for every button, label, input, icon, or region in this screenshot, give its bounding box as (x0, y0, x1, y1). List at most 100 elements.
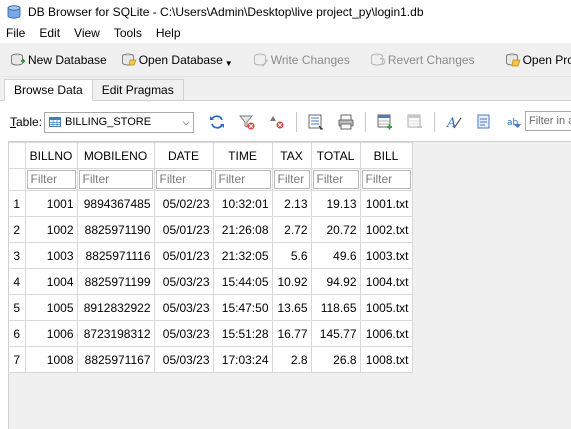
cell-billno[interactable]: 1004 (24, 268, 78, 295)
filter-input-time[interactable]: Filter (214, 170, 271, 189)
column-header-date[interactable]: DATE (153, 142, 214, 169)
cell-tax[interactable]: 5.6 (271, 242, 312, 269)
menu-help[interactable]: Help (149, 24, 188, 43)
table-row[interactable]: 1 1001 9894367485 05/02/23 10:32:01 2.13… (9, 190, 413, 217)
cell-date[interactable]: 05/03/23 (153, 294, 214, 321)
cell-tax[interactable]: 2.72 (271, 216, 312, 243)
revert-changes-button[interactable]: Revert Changes (366, 48, 479, 72)
filter-input-mobileno[interactable]: Filter (78, 170, 153, 189)
tab-browse-data[interactable]: Browse Data (4, 79, 93, 101)
cell-mobileno[interactable]: 8825971167 (76, 346, 155, 373)
cell-bill[interactable]: 1008.txt (359, 346, 413, 373)
cell-mobileno[interactable]: 8825971116 (76, 242, 155, 269)
open-database-dropdown-icon[interactable]: ▼ (225, 59, 233, 68)
cell-mobileno[interactable]: 8825971190 (76, 216, 155, 243)
cell-time[interactable]: 21:26:08 (212, 216, 273, 243)
cell-total[interactable]: 19.13 (310, 190, 361, 217)
cell-mobileno[interactable]: 9894367485 (76, 190, 155, 217)
cell-billno[interactable]: 1006 (24, 320, 78, 347)
column-header-time[interactable]: TIME (212, 142, 273, 169)
table-row[interactable]: 4 1004 8825971199 05/03/23 15:44:05 10.9… (9, 268, 413, 295)
print-icon[interactable] (335, 111, 357, 133)
menu-file[interactable]: File (0, 24, 32, 43)
column-header-total[interactable]: TOTAL (310, 142, 361, 169)
set-encoding-icon[interactable] (473, 111, 495, 133)
open-project-button[interactable]: Open Project (501, 48, 571, 72)
cell-mobileno[interactable]: 8825971199 (76, 268, 155, 295)
clear-filters-icon[interactable] (236, 111, 258, 133)
column-header-bill[interactable]: BILL (359, 142, 413, 169)
cell-date[interactable]: 05/03/23 (153, 268, 214, 295)
refresh-icon[interactable] (206, 111, 228, 133)
filter-input-total[interactable]: Filter (312, 170, 359, 189)
cell-date[interactable]: 05/02/23 (153, 190, 214, 217)
font-format-icon[interactable]: A (443, 111, 465, 133)
cell-time[interactable]: 15:47:50 (212, 294, 273, 321)
cell-billno[interactable]: 1001 (24, 190, 78, 217)
table-row[interactable]: 7 1008 8825971167 05/03/23 17:03:24 2.8 … (9, 346, 413, 373)
table-row[interactable]: 5 1005 8912832922 05/03/23 15:47:50 13.6… (9, 294, 413, 321)
save-table-icon[interactable] (305, 111, 327, 133)
cell-date[interactable]: 05/01/23 (153, 216, 214, 243)
open-database-button[interactable]: Open Database ▼ (117, 48, 237, 72)
menu-edit[interactable]: Edit (32, 24, 67, 43)
cell-tax[interactable]: 2.13 (271, 190, 312, 217)
column-header-mobileno[interactable]: MOBILENO (76, 142, 155, 169)
cell-total[interactable]: 118.65 (310, 294, 361, 321)
cell-bill[interactable]: 1006.txt (359, 320, 413, 347)
cell-date[interactable]: 05/01/23 (153, 242, 214, 269)
column-header-tax[interactable]: TAX (271, 142, 312, 169)
cell-time[interactable]: 21:32:05 (212, 242, 273, 269)
text-filter-icon[interactable]: ab (503, 111, 525, 133)
cell-total[interactable]: 94.92 (310, 268, 361, 295)
table-row[interactable]: 2 1002 8825971190 05/01/23 21:26:08 2.72… (9, 216, 413, 243)
cell-date[interactable]: 05/03/23 (153, 320, 214, 347)
corner-cell[interactable] (9, 142, 26, 169)
cell-time[interactable]: 17:03:24 (212, 346, 273, 373)
cell-tax[interactable]: 2.8 (271, 346, 312, 373)
global-filter-input[interactable]: Filter in a (525, 111, 571, 131)
table-row[interactable]: 6 1006 8723198312 05/03/23 15:51:28 16.7… (9, 320, 413, 347)
row-number[interactable]: 4 (9, 268, 26, 295)
filter-input-date[interactable]: Filter (155, 170, 212, 189)
clear-sorting-icon[interactable] (266, 111, 288, 133)
cell-mobileno[interactable]: 8723198312 (76, 320, 155, 347)
insert-record-icon[interactable] (374, 111, 396, 133)
new-database-button[interactable]: New Database (6, 48, 111, 72)
cell-tax[interactable]: 16.77 (271, 320, 312, 347)
row-number[interactable]: 2 (9, 216, 26, 243)
cell-bill[interactable]: 1004.txt (359, 268, 413, 295)
cell-bill[interactable]: 1001.txt (359, 190, 413, 217)
row-number[interactable]: 5 (9, 294, 26, 321)
cell-bill[interactable]: 1002.txt (359, 216, 413, 243)
cell-date[interactable]: 05/03/23 (153, 346, 214, 373)
cell-total[interactable]: 145.77 (310, 320, 361, 347)
cell-billno[interactable]: 1002 (24, 216, 78, 243)
row-number[interactable]: 1 (9, 190, 26, 217)
menu-tools[interactable]: Tools (107, 24, 149, 43)
cell-bill[interactable]: 1005.txt (359, 294, 413, 321)
row-number[interactable]: 3 (9, 242, 26, 269)
row-number[interactable]: 6 (9, 320, 26, 347)
filter-input-tax[interactable]: Filter (273, 170, 310, 189)
delete-record-icon[interactable] (404, 111, 426, 133)
tab-edit-pragmas[interactable]: Edit Pragmas (91, 79, 184, 100)
filter-input-bill[interactable]: Filter (361, 170, 411, 189)
cell-time[interactable]: 15:51:28 (212, 320, 273, 347)
cell-total[interactable]: 49.6 (310, 242, 361, 269)
filter-input-billno[interactable]: Filter (26, 170, 76, 189)
cell-tax[interactable]: 13.65 (271, 294, 312, 321)
cell-billno[interactable]: 1005 (24, 294, 78, 321)
menu-view[interactable]: View (67, 24, 107, 43)
cell-tax[interactable]: 10.92 (271, 268, 312, 295)
cell-total[interactable]: 26.8 (310, 346, 361, 373)
column-header-billno[interactable]: BILLNO (24, 142, 78, 169)
cell-time[interactable]: 10:32:01 (212, 190, 273, 217)
cell-mobileno[interactable]: 8912832922 (76, 294, 155, 321)
table-select[interactable]: BILLING_STORE ⌵ (44, 111, 195, 133)
cell-time[interactable]: 15:44:05 (212, 268, 273, 295)
cell-billno[interactable]: 1003 (24, 242, 78, 269)
cell-bill[interactable]: 1003.txt (359, 242, 413, 269)
row-number[interactable]: 7 (9, 346, 26, 373)
cell-total[interactable]: 20.72 (310, 216, 361, 243)
